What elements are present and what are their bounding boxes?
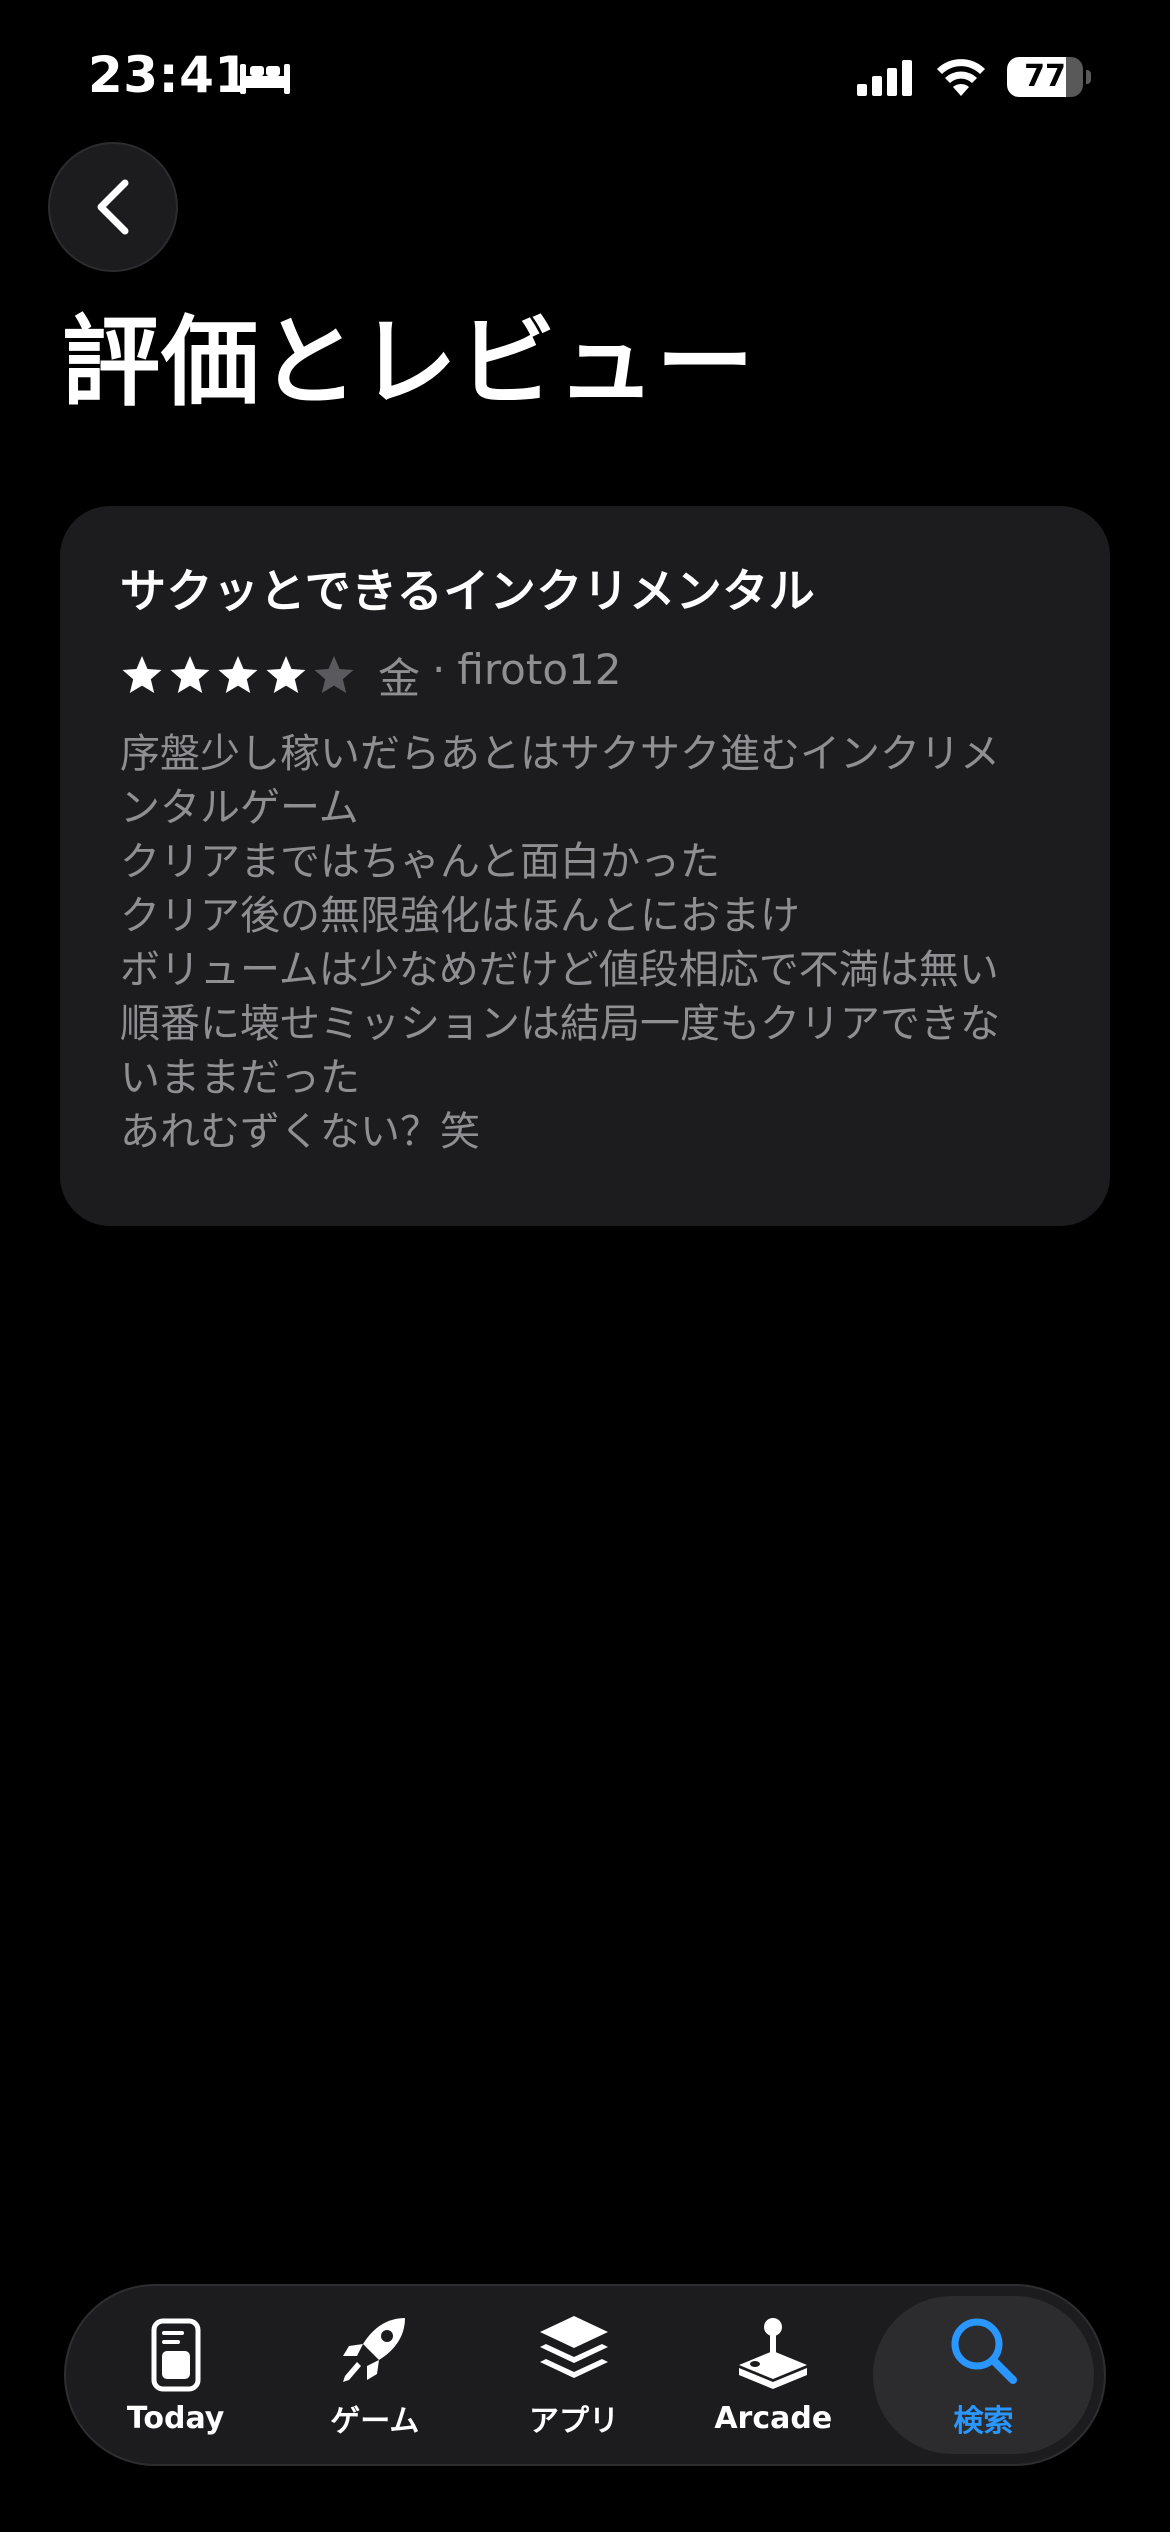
page-title: 評価とレビュー: [62, 306, 756, 420]
tab-arcade[interactable]: Arcade: [674, 2296, 873, 2454]
bed-icon: [240, 64, 290, 94]
tab-label: Arcade: [714, 2400, 833, 2436]
tab-today[interactable]: Today: [76, 2296, 275, 2454]
star-filled-icon: [218, 656, 258, 694]
battery-body: 77: [1007, 57, 1083, 97]
rocket-icon: [342, 2318, 405, 2382]
tab-bar: Today ゲーム アプリ Arcade 検索: [64, 2284, 1106, 2466]
wifi-icon: [937, 59, 985, 96]
review-title: サクッとできるインクリメンタル: [120, 564, 816, 618]
battery-indicator: 77: [1007, 57, 1091, 97]
review-body-line: ンタルゲーム: [120, 785, 359, 832]
status-bar: 23:41 77: [0, 0, 1170, 150]
review-separator: ·: [432, 644, 446, 694]
star-filled-icon: [122, 656, 162, 694]
tab-label: Today: [126, 2400, 225, 2436]
tab-search[interactable]: 検索: [872, 2296, 1094, 2454]
review-date-author: 金 · firoto12: [378, 645, 621, 706]
tab-label: アプリ: [529, 2404, 620, 2439]
review-body-line: クリアまではちゃんと面白かった: [120, 839, 720, 886]
review-date: 金: [378, 653, 421, 703]
cellular-signal-icon: [857, 60, 912, 96]
layers-icon: [540, 2316, 609, 2378]
review-body-line: いままだった: [120, 1055, 360, 1102]
chevron-left-icon: [97, 179, 129, 235]
review-card[interactable]: サクッとできるインクリメンタル 金 · firoto12 序盤少し稼いだらあとは…: [60, 506, 1110, 1226]
star-rating: [120, 654, 356, 696]
review-body-line: ボリュームは少なめだけど値段相応で不満は無い: [120, 947, 999, 994]
review-body: 序盤少し稼いだらあとはサクサク進むインクリメ ンタルゲーム クリアまではちゃんと…: [120, 727, 1050, 1159]
back-button[interactable]: [48, 142, 178, 272]
tab-apps[interactable]: アプリ: [474, 2296, 673, 2454]
tab-label: ゲーム: [330, 2404, 420, 2439]
battery-cap: [1086, 70, 1091, 84]
star-empty-icon: [314, 656, 354, 694]
app-store-reviews-screen: 23:41 77 評価とレビュー サクッとできるインクリメンタル 金 · fir…: [0, 0, 1170, 2532]
tab-games[interactable]: ゲーム: [275, 2296, 474, 2454]
today-icon: [151, 2318, 201, 2391]
status-time: 23:41: [88, 46, 250, 104]
star-filled-icon: [266, 656, 306, 694]
review-body-line: 序盤少し稼いだらあとはサクサク進むインクリメ: [120, 731, 1000, 778]
review-meta: 金 · firoto12: [120, 645, 1050, 706]
star-filled-icon: [170, 656, 210, 694]
review-body-line: クリア後の無限強化はほんとにおまけ: [120, 893, 800, 940]
review-body-line: 順番に壊せミッションは結局一度もクリアできな: [120, 1001, 1000, 1048]
review-body-line: あれむずくない？笑: [120, 1109, 480, 1156]
joystick-icon: [739, 2317, 808, 2389]
search-icon: [951, 2318, 1018, 2384]
review-author: firoto12: [457, 644, 622, 694]
tab-label: 検索: [953, 2404, 1014, 2439]
battery-percent: 77: [1024, 59, 1066, 94]
